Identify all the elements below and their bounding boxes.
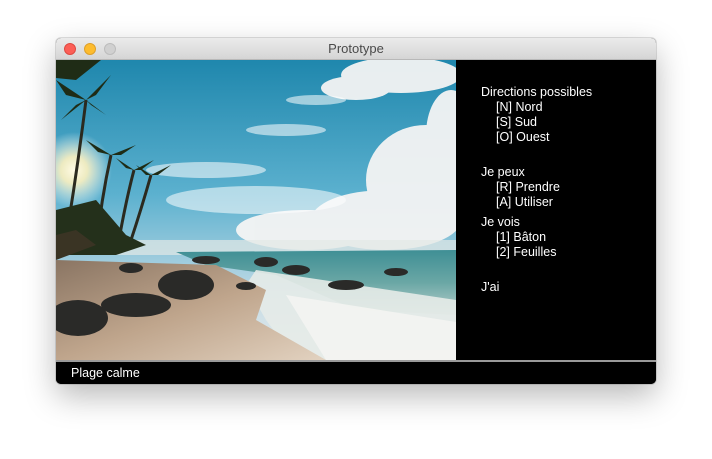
info-panel: Directions possibles [N] Nord [S] Sud [O… <box>456 60 656 360</box>
actions-section: Je peux [R] Prendre [A] Utiliser <box>481 165 560 210</box>
location-label: Plage calme <box>71 366 140 380</box>
visible-items-section: Je vois [1] Bâton [2] Feuilles <box>481 215 556 260</box>
actions-heading: Je peux <box>481 165 525 179</box>
direction-north-option[interactable]: [N] Nord <box>481 100 592 115</box>
window-title: Prototype <box>328 41 384 56</box>
action-use-option[interactable]: [A] Utiliser <box>481 195 560 210</box>
app-window: Prototype Directions possibles [N] Nord … <box>56 38 656 384</box>
direction-west-option[interactable]: [O] Ouest <box>481 130 592 145</box>
game-content: Directions possibles [N] Nord [S] Sud [O… <box>56 60 656 360</box>
visible-items-heading: Je vois <box>481 215 520 229</box>
visible-item-stick[interactable]: [1] Bâton <box>481 230 556 245</box>
title-bar[interactable]: Prototype <box>56 38 656 60</box>
action-take-option[interactable]: [R] Prendre <box>481 180 560 195</box>
direction-south-option[interactable]: [S] Sud <box>481 115 592 130</box>
beach-scene-image <box>56 60 456 360</box>
visible-item-leaves[interactable]: [2] Feuilles <box>481 245 556 260</box>
directions-heading: Directions possibles <box>481 85 593 99</box>
inventory-heading: J'ai <box>481 280 500 294</box>
status-bar: Plage calme <box>56 362 656 384</box>
directions-section: Directions possibles [N] Nord [S] Sud [O… <box>481 85 592 145</box>
inventory-section: J'ai <box>481 280 499 295</box>
